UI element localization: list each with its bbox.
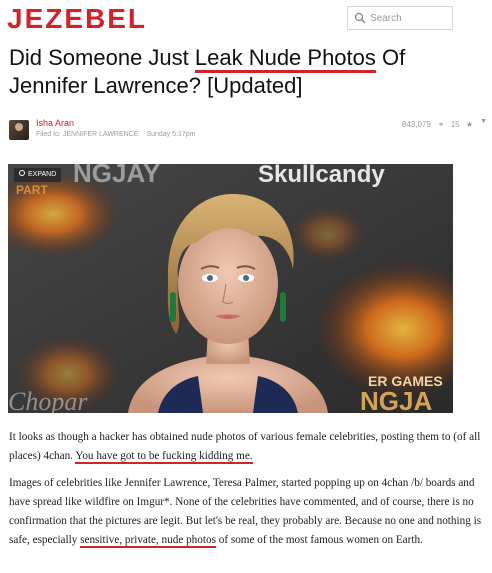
expand-button[interactable]: EXPAND bbox=[14, 168, 62, 182]
chevron-down-icon[interactable]: ▼ bbox=[480, 118, 487, 125]
title-text-start: Did Someone Just bbox=[9, 45, 195, 70]
paragraph-highlight: sensitive, private, nude photos bbox=[80, 534, 216, 548]
article-paragraph: Images of celebrities like Jennifer Lawr… bbox=[9, 474, 483, 550]
flame-icon: ⚭ bbox=[437, 120, 445, 129]
view-count: 843,079 bbox=[401, 120, 431, 129]
search-icon bbox=[354, 12, 366, 24]
star-icon[interactable]: ★ bbox=[466, 120, 473, 129]
hero-photo: NGJAY Skullcandy PART ER GAMES NGJA Chop… bbox=[8, 164, 453, 413]
backdrop-text: Chopar bbox=[8, 387, 88, 413]
magnify-icon bbox=[19, 170, 25, 177]
article-meta: Filed to: JENNIFER LAWRENCE Sunday 5:17pm bbox=[36, 131, 195, 138]
comment-count[interactable]: 15 bbox=[451, 120, 460, 129]
site-header: JEZEBEL bbox=[0, 0, 492, 38]
paragraph-text: of some of the most famous women on Eart… bbox=[215, 534, 423, 546]
expand-label: EXPAND bbox=[28, 171, 57, 178]
article-hero-image[interactable]: NGJAY Skullcandy PART ER GAMES NGJA Chop… bbox=[8, 164, 453, 413]
filed-to-link[interactable]: Filed to: JENNIFER LAWRENCE bbox=[36, 131, 138, 138]
author-name[interactable]: Isha Aran bbox=[36, 118, 74, 128]
search-input[interactable] bbox=[370, 10, 450, 26]
article-title: Did Someone Just Leak Nude Photos Of Jen… bbox=[9, 44, 483, 100]
article-stats: 843,079 ⚭ 15 ★ bbox=[398, 120, 473, 129]
backdrop-text: NGJA bbox=[360, 386, 432, 413]
article-paragraph: It looks as though a hacker has obtained… bbox=[9, 428, 483, 466]
site-logo[interactable]: JEZEBEL bbox=[7, 3, 147, 35]
backdrop-text: PART bbox=[16, 183, 48, 197]
paragraph-highlight: You have got to be fucking kidding me. bbox=[75, 450, 253, 464]
backdrop-text: NGJAY bbox=[73, 164, 160, 188]
backdrop-brand: Skullcandy bbox=[258, 164, 385, 188]
article-date: Sunday 5:17pm bbox=[146, 131, 196, 138]
article-byline: Isha Aran Filed to: JENNIFER LAWRENCE Sun… bbox=[9, 118, 487, 148]
author-avatar[interactable] bbox=[9, 120, 29, 140]
search-box[interactable] bbox=[347, 6, 453, 30]
title-highlight: Leak Nude Photos bbox=[194, 45, 376, 73]
